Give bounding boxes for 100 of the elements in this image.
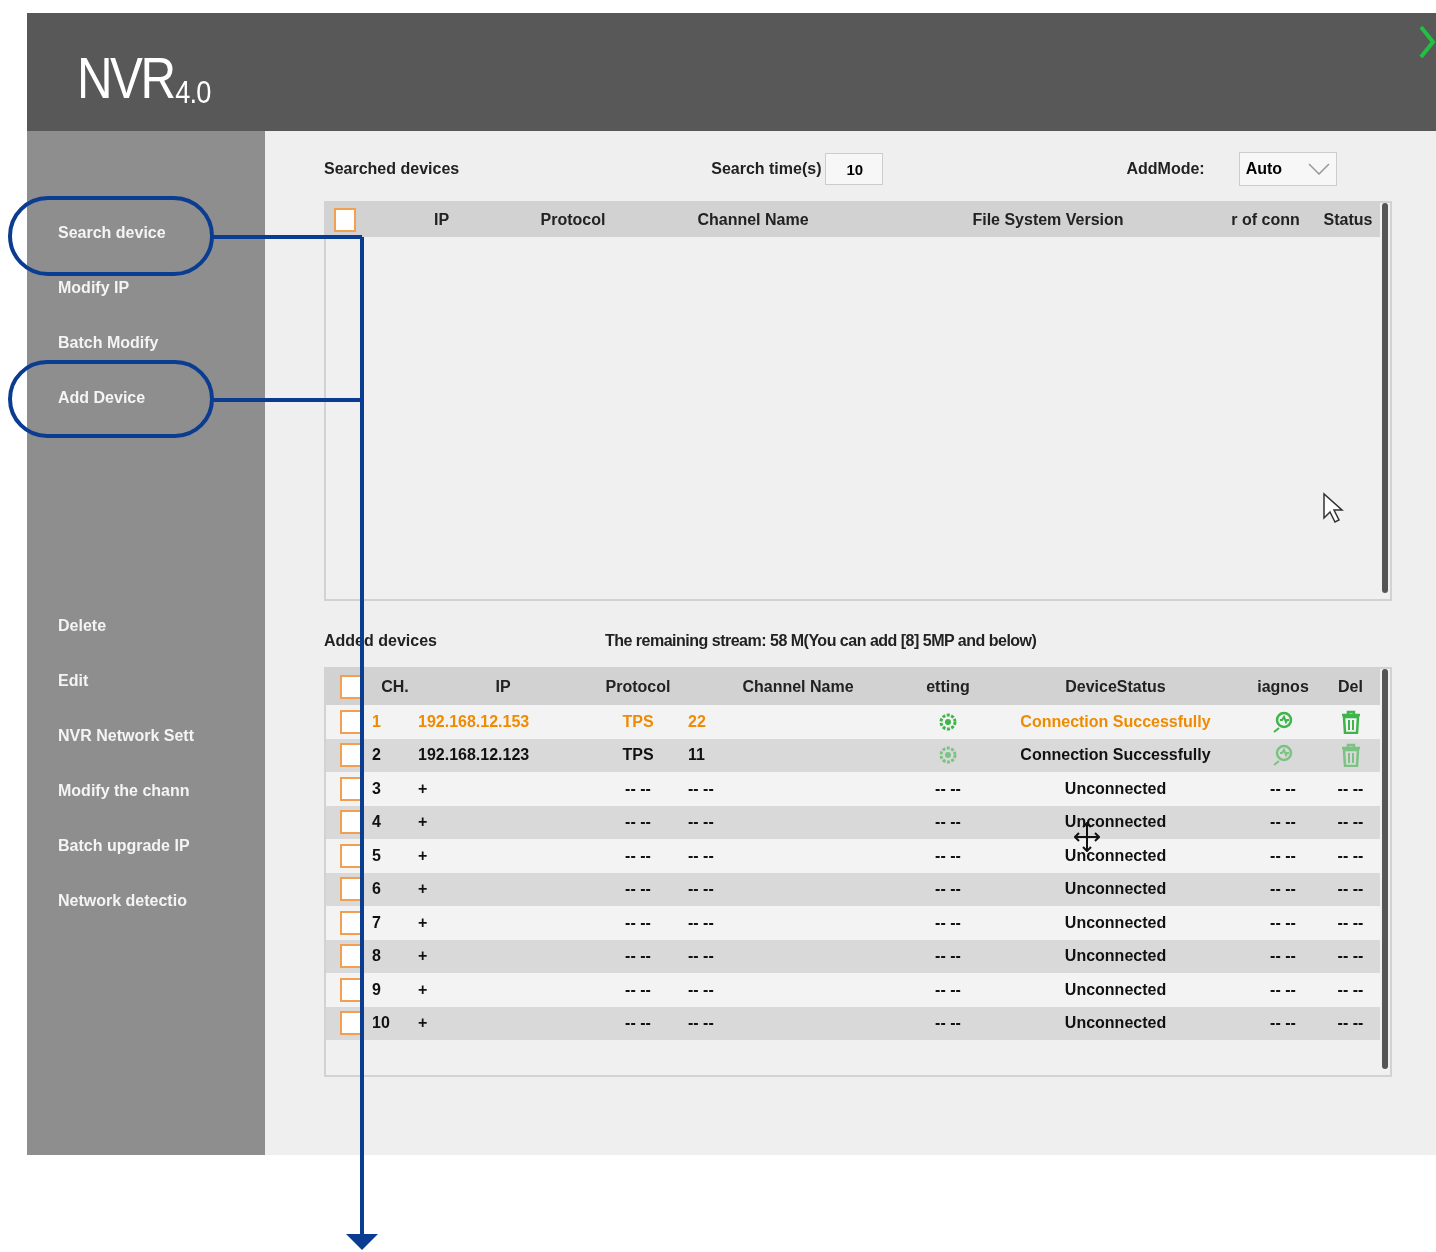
checkbox[interactable]	[340, 675, 362, 699]
channel-name: 22	[688, 712, 707, 731]
ip-address: +	[418, 913, 429, 932]
delete-cell-text: -- --	[1336, 779, 1365, 798]
channel-number: 8	[372, 947, 382, 966]
column-header: iagnos	[1256, 678, 1310, 696]
column-header: Protocol	[539, 211, 607, 229]
section-title: Searched devices	[324, 160, 460, 178]
delete-cell-text: -- --	[1336, 880, 1365, 899]
checkbox[interactable]	[340, 944, 362, 969]
chevron-right-icon[interactable]	[1418, 25, 1436, 59]
checkbox[interactable]	[340, 910, 362, 935]
ip-address: 192.168.12.153	[418, 712, 531, 731]
delete-cell-text: -- --	[1336, 947, 1365, 966]
scroll-bar[interactable]	[1382, 203, 1388, 593]
delete-cell-text: -- --	[1336, 913, 1365, 932]
diagnose-cell-text: -- --	[1269, 980, 1297, 999]
checkbox[interactable]	[340, 776, 362, 801]
channel-number: 10	[372, 1014, 391, 1033]
channel-name: -- --	[688, 813, 715, 832]
checkbox[interactable]	[334, 208, 356, 232]
setting-cell-text: -- --	[934, 813, 962, 832]
device-row[interactable]: 6 + -- -- -- -- -- -- Unconnected -- -- -- --	[326, 872, 1380, 906]
diagnose-cell-text: -- --	[1269, 947, 1297, 966]
column-header: Status	[1322, 211, 1374, 229]
channel-number: 7	[372, 913, 382, 932]
column-header: Protocol	[604, 678, 672, 696]
protocol-cell-text: TPS	[621, 746, 655, 765]
protocol-cell-text: -- --	[624, 813, 652, 832]
device-status: Unconnected	[1063, 846, 1168, 865]
device-row[interactable]: 2 192.168.12.123 TPS 11 Connection Successfully	[326, 738, 1380, 772]
column-header: CH.	[380, 678, 410, 696]
scroll-bar[interactable]	[1382, 669, 1388, 1069]
setting-cell-text: -- --	[934, 913, 962, 932]
chevron-down-icon	[1307, 163, 1330, 175]
pointer-icon	[1322, 492, 1346, 524]
protocol-cell-text: -- --	[624, 913, 652, 932]
channel-name: -- --	[688, 947, 715, 966]
channel-name: -- --	[688, 913, 715, 932]
setting-cell-text: -- --	[934, 947, 962, 966]
checkbox[interactable]	[340, 1011, 362, 1036]
column-header: r of conn	[1230, 211, 1301, 229]
checkbox[interactable]	[340, 709, 362, 734]
search-time-field[interactable]: 10	[825, 153, 884, 185]
device-status: Connection Successfully	[1019, 746, 1212, 765]
column-header: etting	[925, 678, 971, 696]
device-row[interactable]: 10 + -- -- -- -- -- -- Unconnected -- -- -- --	[326, 1006, 1380, 1040]
protocol-cell-text: -- --	[624, 846, 652, 865]
channel-number: 6	[372, 880, 382, 899]
device-status: Connection Successfully	[1019, 712, 1212, 731]
channel-number: 3	[372, 779, 382, 798]
checkbox[interactable]	[340, 877, 362, 902]
channel-number: 4	[372, 813, 382, 832]
ip-address: +	[418, 813, 429, 832]
ip-address: 192.168.12.123	[418, 746, 531, 765]
device-row[interactable]: 4 + -- -- -- -- -- -- Unconnected -- -- -- --	[326, 805, 1380, 839]
column-header: Del	[1337, 678, 1364, 696]
ip-address: +	[418, 1014, 429, 1033]
device-status: Unconnected	[1063, 779, 1168, 798]
channel-name: 11	[688, 746, 706, 765]
ip-address: +	[418, 947, 429, 966]
ip-address: +	[418, 846, 429, 865]
delete-cell-text: -- --	[1336, 846, 1365, 865]
device-status: Unconnected	[1063, 813, 1168, 832]
channel-name: -- --	[688, 846, 715, 865]
diagnose-cell-text: -- --	[1269, 846, 1297, 865]
column-header: Channel Name	[696, 211, 810, 229]
device-status: Unconnected	[1063, 880, 1168, 899]
diagnose-cell-text: -- --	[1269, 913, 1297, 932]
protocol-cell-text: -- --	[624, 980, 652, 999]
column-header: File System Version	[971, 211, 1125, 229]
device-status: Unconnected	[1063, 947, 1168, 966]
column-header: IP	[432, 211, 451, 229]
setting-cell-text: -- --	[934, 779, 962, 798]
protocol-cell-text: -- --	[624, 947, 652, 966]
stream-note: The remaining stream: 58 M(You can add [8] 5MP and below)	[604, 632, 1037, 650]
checkbox[interactable]	[340, 843, 362, 868]
delete-cell-text: -- --	[1336, 813, 1365, 832]
delete-cell-text: -- --	[1336, 980, 1365, 999]
channel-name: -- --	[688, 1014, 715, 1033]
protocol-cell-text: -- --	[624, 779, 652, 798]
channel-number: 9	[372, 980, 382, 999]
channel-number: 5	[372, 846, 382, 865]
protocol-cell-text: -- --	[624, 1014, 652, 1033]
search-time-label: Search time(s)	[711, 160, 822, 178]
device-status: Unconnected	[1063, 913, 1168, 932]
add-mode-dropdown[interactable]: Auto	[1238, 152, 1337, 186]
checkbox[interactable]	[340, 810, 362, 835]
channel-name: -- --	[688, 880, 715, 899]
checkbox[interactable]	[340, 743, 362, 768]
diagnose-cell-text: -- --	[1269, 1014, 1297, 1033]
device-row[interactable]: 8 + -- -- -- -- -- -- Unconnected -- -- -- --	[326, 939, 1380, 973]
diagnose-cell-text: -- --	[1269, 779, 1297, 798]
device-status: Unconnected	[1063, 1014, 1168, 1033]
ip-address: +	[418, 880, 429, 899]
checkbox[interactable]	[340, 977, 362, 1002]
ip-address: +	[418, 779, 429, 798]
channel-number: 2	[372, 746, 382, 765]
column-header: IP	[494, 678, 512, 696]
ip-address: +	[418, 980, 429, 999]
